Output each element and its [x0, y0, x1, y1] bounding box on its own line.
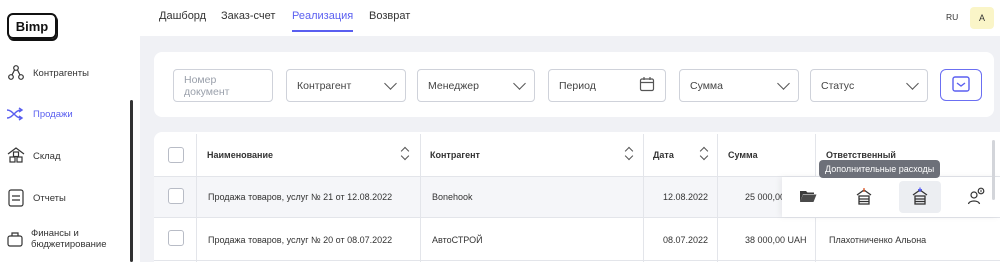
- row-date: 08.07.2022: [663, 235, 709, 245]
- sidebar-scrollbar[interactable]: [130, 100, 133, 262]
- sort-icon[interactable]: [699, 145, 709, 161]
- table-scrollbar[interactable]: [992, 140, 995, 200]
- sort-icon[interactable]: [400, 145, 410, 161]
- chevron-down-icon: [384, 76, 397, 90]
- export-icon: [951, 75, 971, 96]
- sidebar-item-counterparties[interactable]: Контрагенты: [6, 63, 89, 83]
- sidebar-item-reports[interactable]: Отчеты: [6, 188, 66, 208]
- manager-select-label: Менеджер: [428, 79, 479, 92]
- sidebar-item-label: Отчеты: [33, 192, 66, 204]
- row-responsible: Плахотниченко Альона: [829, 235, 927, 245]
- finance-icon: [6, 229, 24, 249]
- sort-icon[interactable]: [624, 145, 634, 161]
- row-divider: [154, 217, 1000, 218]
- doc-number-input[interactable]: Номер документ: [173, 69, 273, 102]
- tab-dashboard[interactable]: Дашборд: [159, 10, 206, 32]
- amount-select[interactable]: Сумма: [679, 69, 799, 102]
- row-divider: [154, 260, 1000, 261]
- row-name[interactable]: Продажа товаров, услуг № 21 от 12.08.202…: [208, 192, 392, 202]
- chevron-down-icon: [777, 76, 790, 90]
- chevron-down-icon: [906, 76, 919, 90]
- reports-icon: [6, 188, 26, 208]
- tab-order-invoice[interactable]: Заказ-счет: [221, 10, 275, 32]
- period-picker[interactable]: Период: [548, 69, 666, 102]
- sidebar-item-finance[interactable]: Финансы и бюджетирование: [6, 228, 126, 250]
- sidebar-item-label: Продажи: [33, 108, 73, 120]
- warehouse-icon: [6, 146, 26, 166]
- column-divider: [717, 134, 718, 262]
- language-switcher[interactable]: RU: [946, 12, 958, 22]
- sidebar-item-label: Склад: [33, 150, 61, 162]
- status-select-label: Статус: [821, 79, 855, 92]
- sidebar-item-label: Финансы и бюджетирование: [31, 228, 107, 250]
- avatar[interactable]: A: [970, 7, 994, 29]
- app-logo[interactable]: Bimp: [7, 13, 57, 39]
- column-divider: [420, 134, 421, 262]
- row-counterparty: Bonehook: [432, 192, 473, 202]
- additional-expenses-button[interactable]: [899, 181, 941, 213]
- tooltip: Дополнительные расходы: [819, 160, 941, 178]
- warehouse-out-button[interactable]: [843, 181, 885, 213]
- header-amount[interactable]: Сумма: [728, 150, 758, 160]
- contacts-icon: [6, 63, 26, 83]
- header-responsible[interactable]: Ответственный: [826, 150, 896, 160]
- column-divider: [196, 134, 197, 262]
- sales-icon: [6, 104, 26, 124]
- select-all-checkbox[interactable]: [168, 147, 184, 163]
- chevron-down-icon: [513, 76, 526, 90]
- column-divider: [643, 134, 644, 262]
- row-amount: 25 000,00: [745, 192, 786, 202]
- row-checkbox[interactable]: [168, 230, 184, 246]
- export-button[interactable]: [940, 69, 982, 101]
- header-name[interactable]: Наименование: [207, 150, 273, 160]
- folder-open-icon: [799, 189, 817, 206]
- tab-return[interactable]: Возврат: [369, 10, 410, 32]
- period-picker-label: Период: [559, 79, 596, 92]
- manager-select[interactable]: Менеджер: [417, 69, 535, 102]
- calendar-icon: [639, 76, 655, 95]
- row-date: 12.08.2022: [663, 192, 709, 202]
- row-amount: 38 000,00 UAH: [745, 235, 807, 245]
- warehouse-out-icon: [856, 187, 872, 208]
- sidebar-item-label: Контрагенты: [33, 67, 89, 79]
- header-date[interactable]: Дата: [653, 150, 674, 160]
- sidebar-item-sales[interactable]: Продажи: [6, 104, 73, 124]
- open-folder-button[interactable]: [787, 181, 829, 213]
- sidebar-item-warehouse[interactable]: Склад: [6, 146, 61, 166]
- counterparty-select[interactable]: Контрагент: [286, 69, 406, 102]
- header-counterparty[interactable]: Контрагент: [430, 150, 480, 160]
- sidebar: Bimp Контрагенты Продажи Склад Отчеты Фи…: [0, 0, 140, 262]
- amount-select-label: Сумма: [690, 79, 723, 92]
- row-checkbox[interactable]: [168, 188, 184, 204]
- tab-sales-realization[interactable]: Реализация: [292, 10, 354, 32]
- row-counterparty: АвтоСТРОЙ: [432, 235, 483, 245]
- assign-user-button[interactable]: [955, 181, 997, 213]
- row-name[interactable]: Продажа товаров, услуг № 20 от 08.07.202…: [208, 235, 392, 245]
- user-count-icon: [967, 187, 985, 208]
- warehouse-add-icon: [912, 187, 928, 208]
- counterparty-select-label: Контрагент: [297, 79, 352, 92]
- status-select[interactable]: Статус: [810, 69, 928, 102]
